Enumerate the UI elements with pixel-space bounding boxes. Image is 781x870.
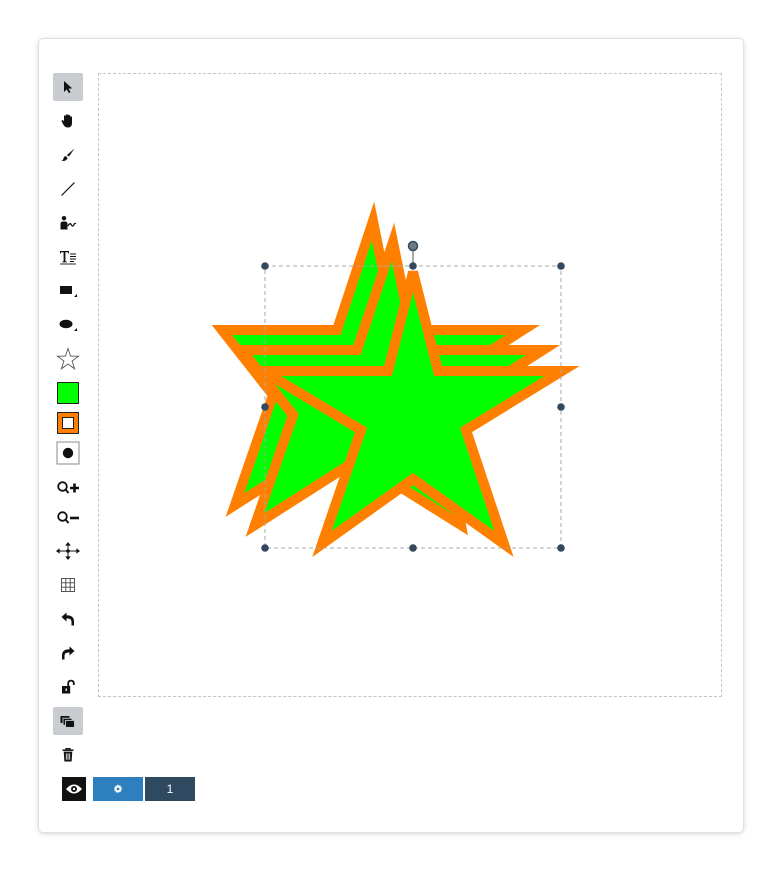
fill-color-button[interactable] (53, 379, 83, 407)
stroke-color-swatch (57, 412, 79, 434)
stroke-width-button[interactable] (53, 439, 83, 467)
undo-icon (61, 612, 74, 626)
zoom-out-button[interactable] (53, 505, 83, 533)
zoom-in-button[interactable] (53, 475, 83, 503)
resize-handle-s[interactable] (409, 544, 417, 552)
redo-button[interactable] (53, 639, 83, 667)
hand-icon (61, 114, 72, 128)
drawing-canvas[interactable] (98, 73, 722, 697)
gear-icon (113, 784, 123, 794)
lock-toggle[interactable] (53, 673, 83, 701)
rectangle-icon (60, 286, 77, 297)
bottom-bar: 1 (62, 777, 195, 801)
signature-icon (60, 216, 77, 230)
grid-icon (61, 578, 75, 592)
layers-toggle[interactable] (53, 707, 83, 735)
rectangle-tool[interactable] (53, 277, 83, 305)
resize-handle-w[interactable] (261, 403, 269, 411)
ellipse-icon (59, 319, 77, 331)
zoom-out-icon (57, 511, 79, 524)
text-icon (60, 251, 76, 265)
star-icon (56, 347, 80, 370)
redo-icon (62, 646, 75, 660)
grid-button[interactable] (53, 571, 83, 599)
resize-handle-n[interactable] (409, 262, 417, 270)
resize-handle-ne[interactable] (557, 262, 565, 270)
brush-tool[interactable] (53, 141, 83, 169)
move-icon (56, 542, 80, 560)
undo-button[interactable] (53, 605, 83, 633)
layers-icon (60, 716, 75, 728)
delete-button[interactable] (53, 741, 83, 769)
editor-panel: 1 (39, 39, 743, 832)
fill-color-swatch (57, 382, 79, 404)
resize-handle-sw[interactable] (261, 544, 269, 552)
move-button[interactable] (53, 537, 83, 565)
line-tool[interactable] (53, 175, 83, 203)
text-tool[interactable] (53, 243, 83, 271)
rotate-handle[interactable] (407, 240, 419, 252)
star-tool[interactable] (53, 345, 83, 373)
zoom-in-icon (57, 481, 79, 494)
preview-button[interactable] (62, 777, 86, 801)
cursor-icon (64, 81, 73, 93)
select-tool[interactable] (53, 73, 83, 101)
stroke-width-icon (56, 441, 80, 465)
resize-handle-e[interactable] (557, 403, 565, 411)
resize-handle-nw[interactable] (261, 262, 269, 270)
canvas-svg (211, 201, 580, 558)
pan-tool[interactable] (53, 107, 83, 135)
trash-icon (62, 748, 74, 762)
unlock-icon (62, 679, 75, 694)
eye-icon (66, 784, 82, 794)
ellipse-tool[interactable] (53, 311, 83, 339)
stroke-color-button[interactable] (53, 409, 83, 437)
resize-handle-se[interactable] (557, 544, 565, 552)
brush-icon (61, 148, 75, 161)
line-icon (61, 182, 75, 196)
page-indicator[interactable]: 1 (145, 777, 195, 801)
settings-button[interactable] (93, 777, 143, 801)
signature-tool[interactable] (53, 209, 83, 237)
